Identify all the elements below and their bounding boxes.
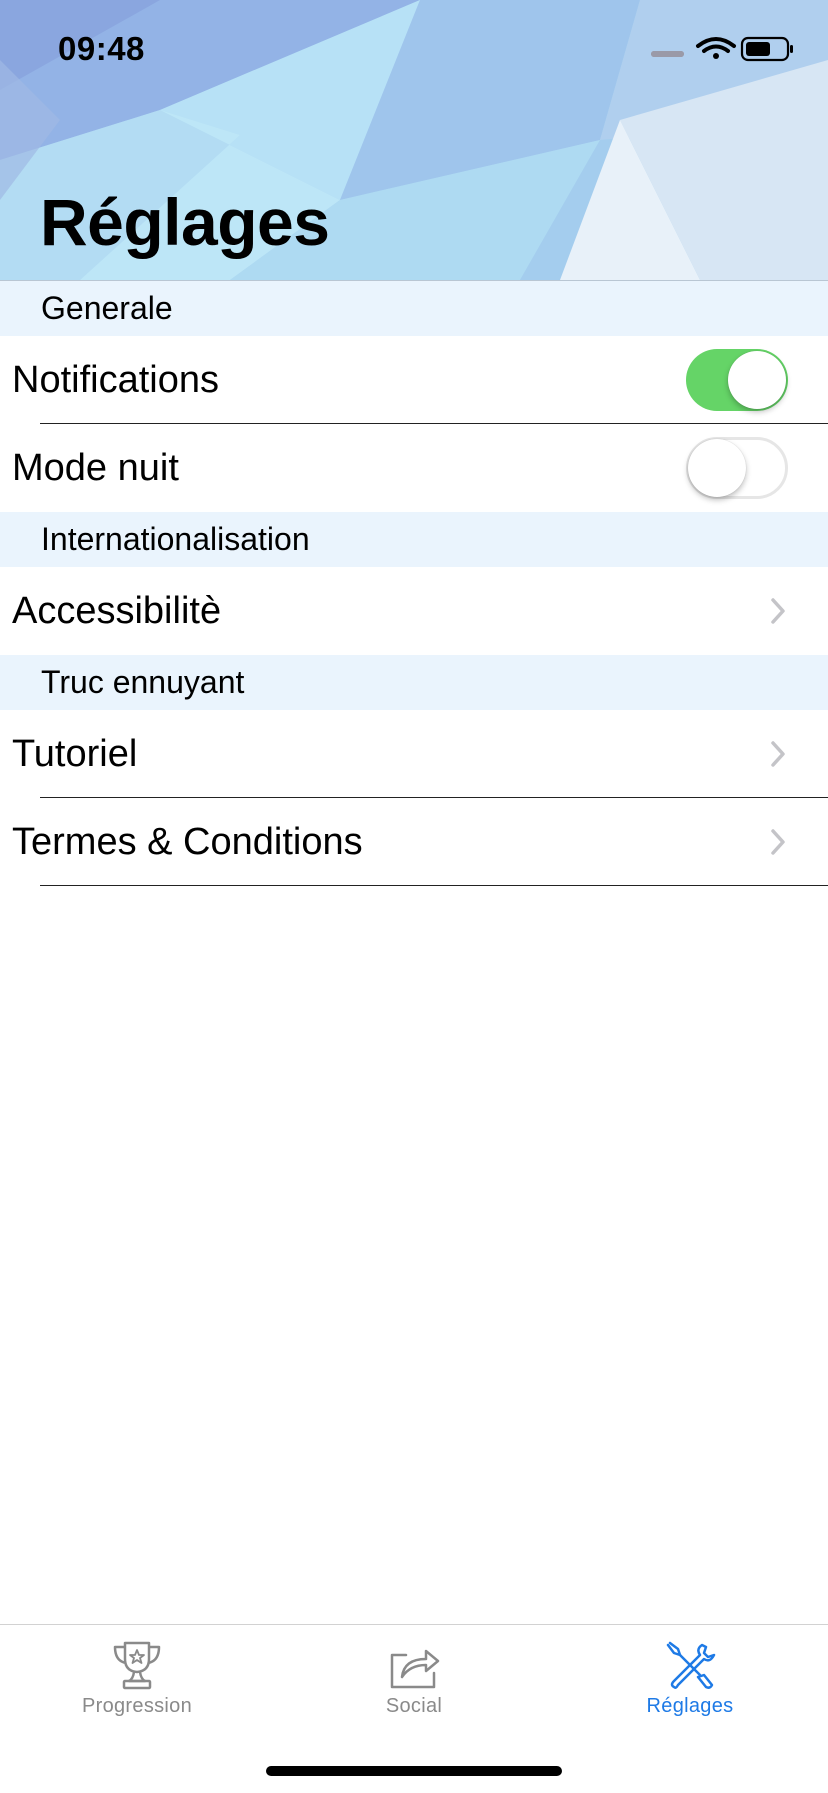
tab-progression[interactable]: Progression: [37, 1639, 237, 1718]
row-label: Termes & Conditions: [12, 820, 363, 863]
status-icons: [651, 36, 793, 62]
notifications-toggle[interactable]: [686, 349, 788, 411]
row-accessibilite[interactable]: Accessibilitè: [0, 567, 828, 655]
settings-list: Generale Notifications Mode nuit Interna…: [0, 281, 828, 886]
section-header-generale: Generale: [0, 281, 828, 336]
tools-icon: [666, 1641, 716, 1689]
home-indicator[interactable]: [266, 1766, 562, 1776]
mode-nuit-toggle[interactable]: [686, 437, 788, 499]
row-tutoriel[interactable]: Tutoriel: [0, 710, 828, 798]
chevron-right-icon: [771, 741, 785, 767]
tab-social[interactable]: Social: [314, 1639, 514, 1718]
tab-label: Social: [385, 1695, 443, 1717]
page-title: Réglages: [40, 185, 330, 259]
row-termes-conditions[interactable]: Termes & Conditions: [0, 798, 828, 886]
section-header-internationalisation: Internationalisation: [0, 512, 828, 567]
section-header-truc-ennuyant: Truc ennuyant: [0, 655, 828, 710]
status-time: 09:48: [58, 30, 145, 67]
battery-icon: [740, 36, 793, 62]
tab-label: Progression: [81, 1695, 193, 1717]
tab-label: Réglages: [646, 1695, 734, 1717]
row-notifications[interactable]: Notifications: [0, 336, 828, 424]
row-label: Tutoriel: [12, 732, 138, 775]
toggle-knob: [728, 351, 786, 409]
row-mode-nuit[interactable]: Mode nuit: [0, 424, 828, 512]
row-label: Accessibilitè: [12, 589, 222, 632]
header: 09:48 Réglages: [0, 0, 828, 281]
chevron-right-icon: [771, 829, 785, 855]
chevron-right-icon: [771, 598, 785, 624]
signal-icon: [651, 51, 684, 57]
tab-reglages[interactable]: Réglages: [590, 1639, 790, 1718]
wifi-icon: [696, 37, 736, 59]
toggle-knob: [688, 439, 746, 497]
row-label: Mode nuit: [12, 446, 179, 489]
trophy-icon: [113, 1641, 161, 1690]
row-label: Notifications: [12, 358, 219, 401]
share-icon: [390, 1649, 440, 1689]
